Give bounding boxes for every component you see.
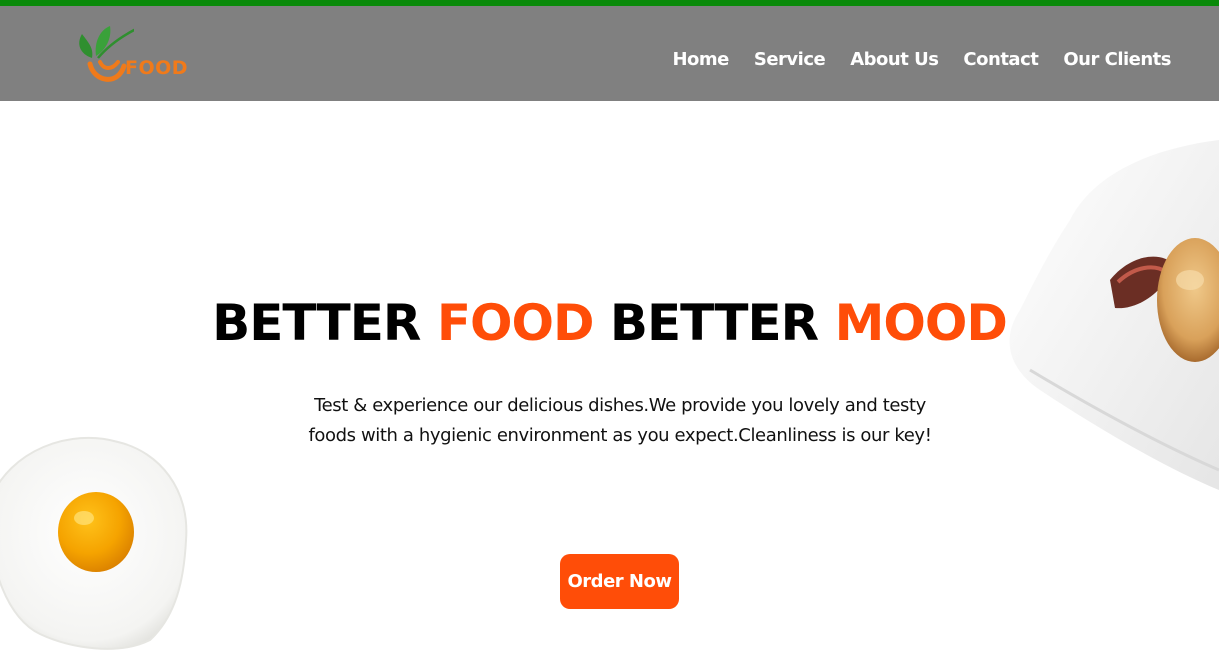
- brand-logo[interactable]: FOOD: [74, 20, 194, 86]
- navbar: FOOD Home Service About Us Contact Our C…: [0, 6, 1219, 101]
- hero-title-part-1: BETTER: [212, 294, 437, 352]
- nav-about-us[interactable]: About Us: [850, 49, 939, 70]
- logo-text: FOOD: [125, 57, 189, 79]
- hero-title-food: FOOD: [436, 294, 595, 352]
- order-now-button[interactable]: Order Now: [560, 554, 679, 609]
- hero-title-part-3: BETTER: [593, 294, 835, 352]
- fried-egg-icon: [0, 430, 200, 654]
- nav-home[interactable]: Home: [672, 49, 729, 70]
- nav-our-clients[interactable]: Our Clients: [1063, 49, 1171, 70]
- hero-description: Test & experience our delicious dishes.W…: [308, 395, 932, 446]
- food-plate-icon: [990, 140, 1219, 500]
- nav-contact[interactable]: Contact: [963, 49, 1038, 70]
- hero-title-mood: MOOD: [834, 294, 1008, 352]
- main-nav: Home Service About Us Contact Our Client…: [672, 12, 1171, 107]
- nav-service[interactable]: Service: [754, 49, 826, 70]
